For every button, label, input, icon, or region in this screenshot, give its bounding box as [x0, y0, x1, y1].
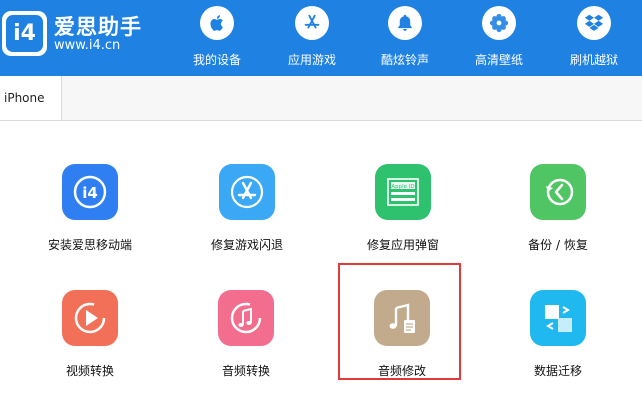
tool-label: 安装爱思移动端 [47, 238, 132, 252]
svg-text:Apple ID: Apple ID [391, 184, 414, 190]
nav-label: 刷机越狱 [569, 53, 618, 67]
flower-icon [482, 6, 516, 40]
tool-fix-app-popup[interactable]: Apple ID 修复应用弹窗 [333, 164, 473, 264]
audio-convert-icon [218, 290, 274, 346]
nav-ringtones[interactable]: 酷炫铃声 [365, 0, 445, 76]
highlight-box [338, 263, 461, 380]
tool-label: 音频转换 [221, 364, 270, 378]
apple-icon [200, 6, 234, 40]
tab-label: iPhone [4, 91, 45, 105]
app-store-icon [295, 6, 329, 40]
device-tab-bar: iPhone [0, 76, 642, 121]
tab-iphone[interactable]: iPhone [0, 76, 62, 120]
tool-fix-game-crash[interactable]: 修复游戏闪退 [177, 164, 317, 264]
svg-text:i4: i4 [82, 184, 98, 202]
nav-my-device[interactable]: 我的设备 [177, 0, 257, 76]
brand-url: www.i4.cn [54, 38, 121, 53]
nav-wallpapers[interactable]: 高清壁纸 [459, 0, 539, 76]
brand-name: 爱思助手 [54, 15, 142, 39]
dropbox-icon [577, 6, 611, 40]
nav-apps-games[interactable]: 应用游戏 [272, 0, 352, 76]
nav-flash-jailbreak[interactable]: 刷机越狱 [554, 0, 634, 76]
nav-label: 应用游戏 [287, 53, 336, 67]
logo[interactable]: i4 爱思助手 www.i4.cn [0, 0, 180, 76]
tool-label: 数据迁移 [533, 364, 582, 378]
tool-backup-restore[interactable]: 备份 / 恢复 [488, 164, 628, 264]
i4-app-icon: i4 [62, 164, 118, 220]
tool-label: 备份 / 恢复 [528, 238, 588, 252]
tool-label: 修复应用弹窗 [366, 238, 439, 252]
nav-label: 酷炫铃声 [380, 53, 429, 67]
nav-label: 我的设备 [192, 53, 241, 67]
video-convert-icon [62, 290, 118, 346]
nav-label: 高清壁纸 [474, 53, 523, 67]
tool-audio-convert[interactable]: 音频转换 [176, 290, 316, 390]
data-migrate-icon [530, 290, 586, 346]
app-header: i4 爱思助手 www.i4.cn 我的设备 应用游戏 酷炫铃声 高清壁纸 刷机… [0, 0, 642, 76]
tool-video-convert[interactable]: 视频转换 [20, 290, 160, 390]
bell-icon [388, 6, 422, 40]
tool-label: 视频转换 [65, 364, 114, 378]
i4-logo-icon: i4 [2, 11, 47, 56]
tool-label: 修复游戏闪退 [210, 238, 283, 252]
apple-id-icon: Apple ID [375, 164, 431, 220]
app-store-icon [219, 164, 275, 220]
tool-data-migrate[interactable]: 数据迁移 [488, 290, 628, 390]
backup-restore-icon [530, 164, 586, 220]
tool-install-mobile[interactable]: i4 安装爱思移动端 [20, 164, 160, 264]
logo-mark-text: i4 [6, 15, 43, 52]
